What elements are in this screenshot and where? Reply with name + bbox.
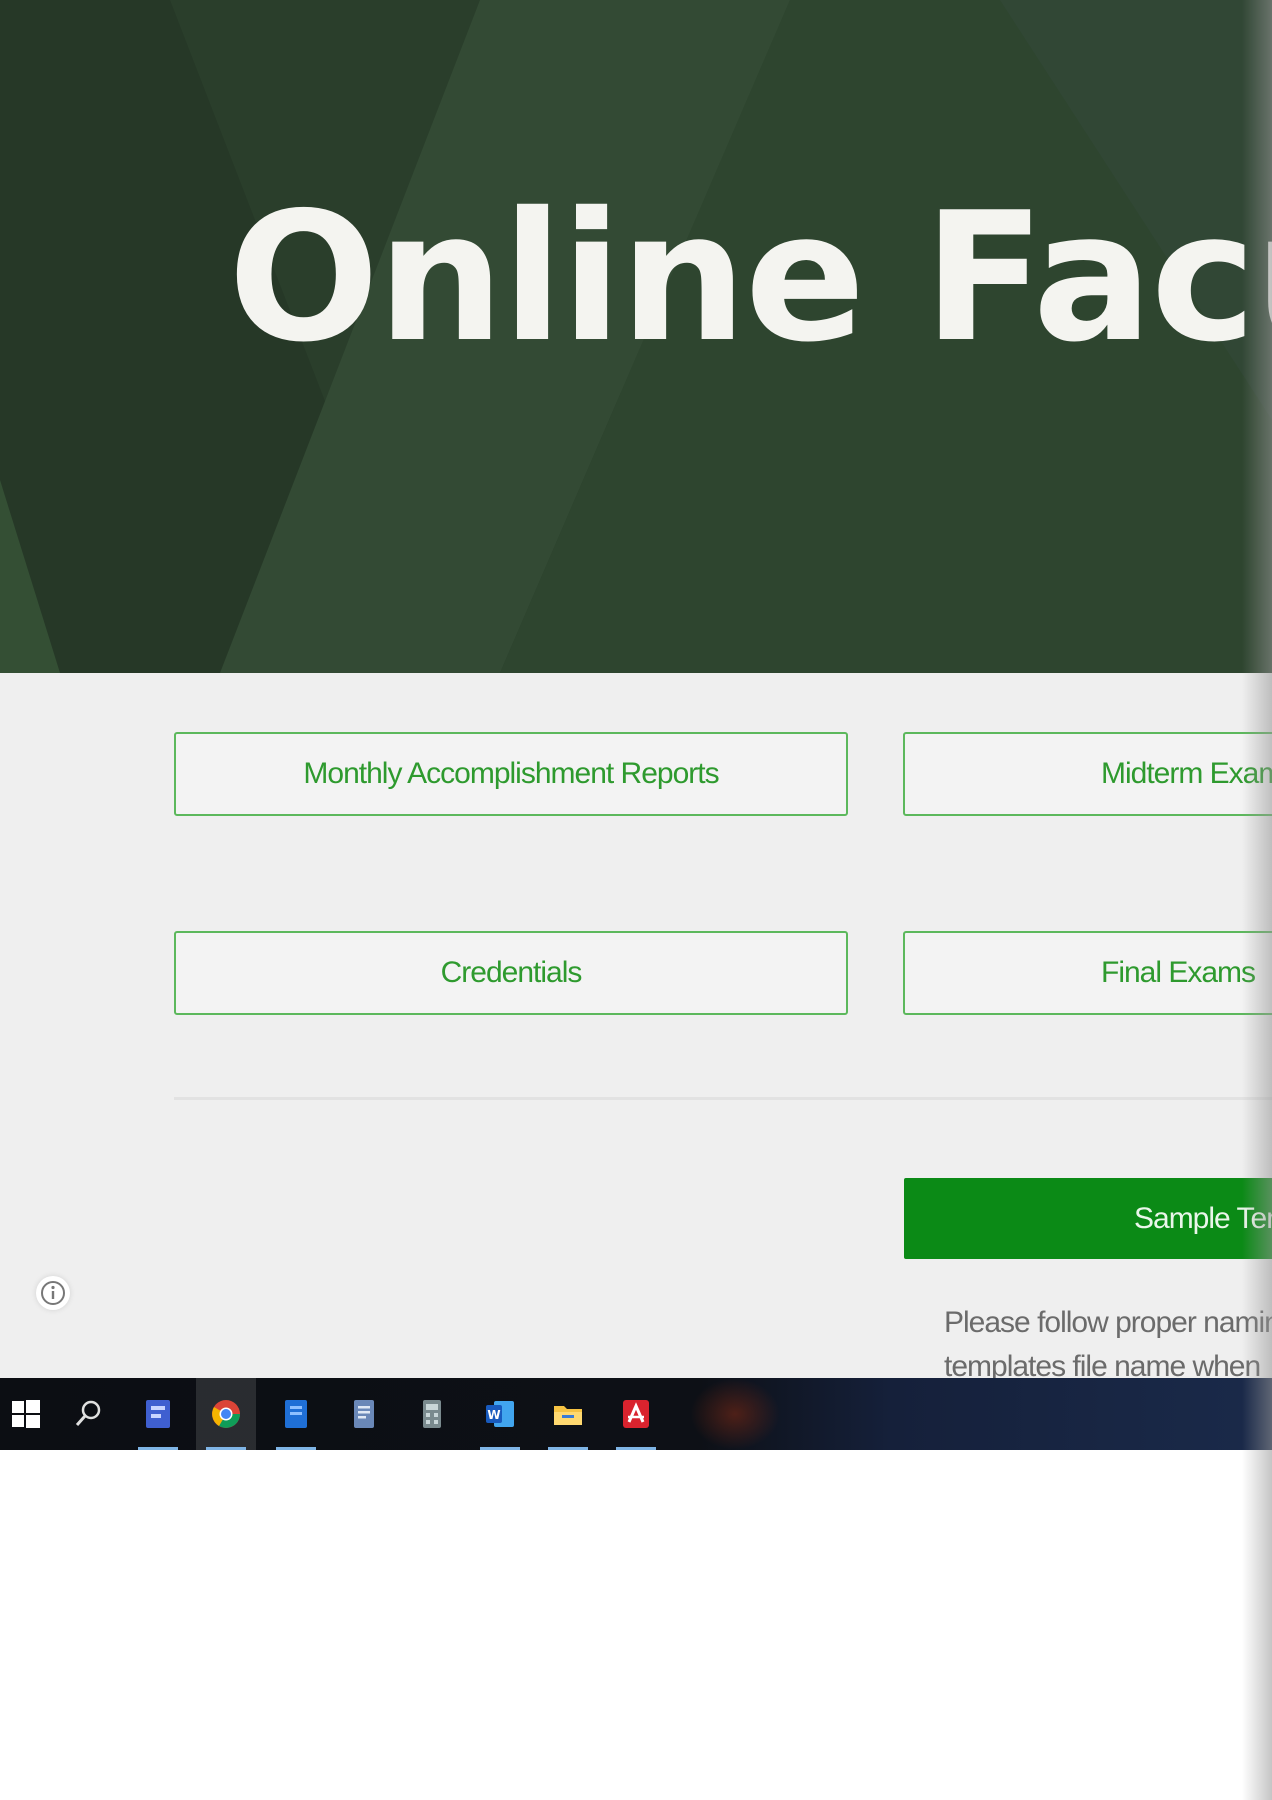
file-explorer-icon[interactable] — [538, 1378, 598, 1450]
screen: Online Faculty Monthly Accomplishment Re… — [0, 0, 1272, 1800]
acrobat-icon[interactable] — [606, 1378, 666, 1450]
chrome-icon[interactable] — [196, 1378, 256, 1450]
app-icon[interactable] — [128, 1378, 188, 1450]
taskbar: W — [0, 1378, 1272, 1450]
info-icon[interactable] — [36, 1276, 70, 1310]
search-icon[interactable] — [58, 1378, 118, 1450]
svg-text:W: W — [487, 1408, 500, 1422]
monthly-accomplishment-reports-button[interactable]: Monthly Accomplishment Reports — [174, 732, 848, 816]
windows-start-icon[interactable] — [0, 1378, 56, 1450]
credentials-button[interactable]: Credentials — [174, 931, 848, 1015]
sample-templates-button[interactable]: Sample Tem — [904, 1178, 1272, 1259]
browser-viewport: Online Faculty Monthly Accomplishment Re… — [0, 0, 1272, 1378]
content-area: Monthly Accomplishment Reports Midterm E… — [0, 673, 1272, 1378]
calculator-icon[interactable] — [402, 1378, 462, 1450]
page-title: Online Faculty — [228, 174, 1272, 381]
hero-banner: Online Faculty — [0, 0, 1272, 673]
app-icon[interactable] — [266, 1378, 326, 1450]
final-exams-button[interactable]: Final Exams — [903, 931, 1272, 1015]
section-divider — [174, 1097, 1272, 1100]
document-icon[interactable] — [334, 1378, 394, 1450]
naming-instructions: Please follow proper naming templates fi… — [944, 1301, 1272, 1378]
midterm-exam-button[interactable]: Midterm Exam — [903, 732, 1272, 816]
note-line-1: Please follow proper naming — [944, 1306, 1272, 1339]
note-line-2: templates file name when — [944, 1350, 1261, 1378]
word-icon[interactable]: W — [470, 1378, 530, 1450]
